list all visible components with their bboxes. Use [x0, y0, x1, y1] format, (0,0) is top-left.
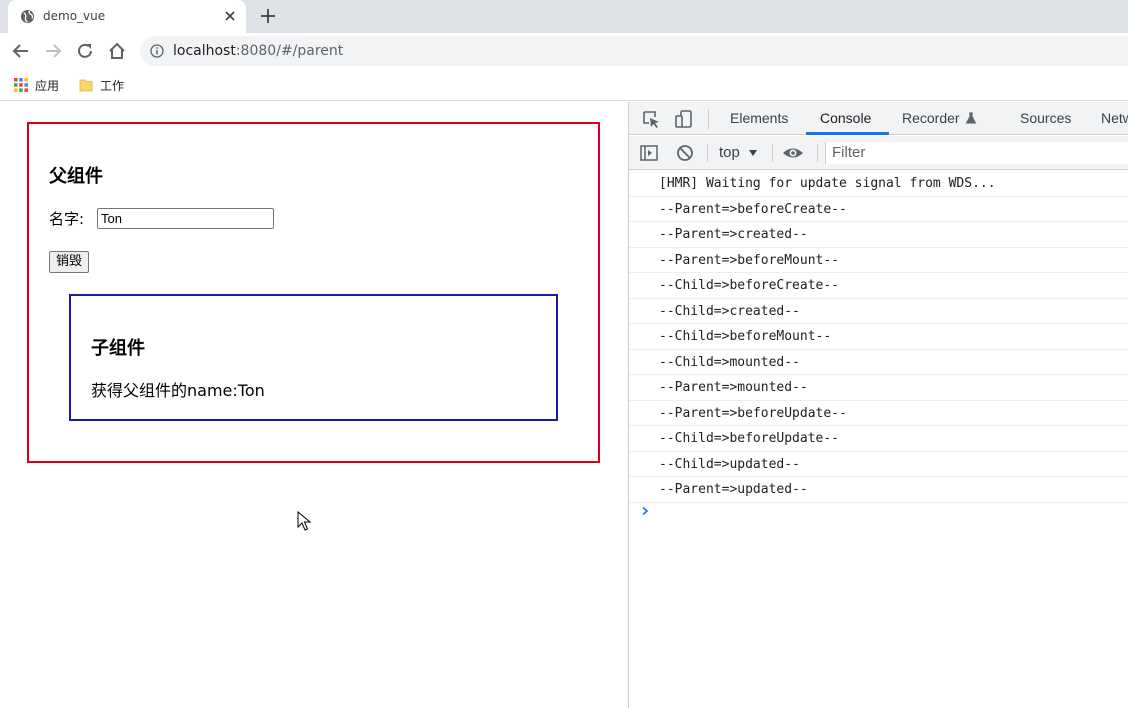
address-bar[interactable]: localhost:8080/#/parent [140, 36, 1128, 66]
new-tab-plus-icon[interactable] [259, 7, 277, 25]
toolbar-separator [707, 144, 708, 162]
mouse-pointer-icon [297, 511, 311, 531]
name-input[interactable] [97, 208, 274, 229]
reload-icon[interactable] [75, 41, 95, 61]
url-path: :8080/#/parent [235, 43, 344, 59]
device-toolbar-icon[interactable] [674, 109, 694, 129]
child-component: 子组件 获得父组件的name:Ton [69, 294, 558, 421]
browser-toolbar: localhost:8080/#/parent [0, 33, 1128, 69]
destroy-button[interactable]: 销毁 [49, 251, 90, 273]
devtools-panel: Elements Console Recorder Sources Netw t… [628, 102, 1128, 708]
name-label: 名字: [49, 210, 85, 228]
toolbar-separator [817, 144, 818, 162]
folder-icon [79, 79, 93, 92]
console-message: [HMR] Waiting for update signal from WDS… [629, 171, 1128, 197]
clear-console-icon[interactable] [676, 144, 694, 162]
forward-arrow-icon[interactable] [43, 41, 63, 61]
filter-input[interactable]: Filter [825, 142, 1128, 164]
console-message: --Child=>beforeCreate-- [629, 273, 1128, 299]
parent-title: 父组件 [49, 166, 103, 187]
home-icon[interactable] [107, 41, 127, 61]
tab-title: demo_vue [43, 9, 106, 23]
console-prompt-chevron-icon[interactable] [640, 506, 650, 516]
tab-elements[interactable]: Elements [730, 102, 788, 135]
console-message: --Parent=>beforeUpdate-- [629, 401, 1128, 426]
apps-grid-icon [14, 78, 28, 92]
eye-icon[interactable] [782, 144, 804, 162]
tab-sources[interactable]: Sources [1020, 102, 1071, 135]
tab-recorder[interactable]: Recorder [902, 102, 977, 135]
info-icon[interactable] [150, 44, 164, 58]
console-toolbar: top Filter [629, 136, 1128, 170]
tab-recorder-label: Recorder [902, 110, 960, 126]
console-message: --Parent=>updated-- [629, 477, 1128, 503]
bookmark-apps[interactable]: 应用 [13, 76, 59, 94]
bookmarks-bar: 应用 工作 [0, 69, 1128, 101]
chevron-down-icon[interactable] [749, 150, 757, 156]
toolbar-separator [708, 109, 709, 129]
sidebar-toggle-icon[interactable] [640, 144, 658, 162]
context-selector[interactable]: top [719, 144, 740, 161]
tab-console[interactable]: Console [820, 102, 871, 135]
child-name-text: 获得父组件的name:Ton [91, 381, 265, 400]
console-message: --Child=>beforeMount-- [629, 324, 1128, 350]
browser-tab[interactable]: demo_vue [8, 0, 246, 33]
close-icon[interactable] [222, 8, 238, 24]
experiment-flask-icon [965, 112, 976, 124]
child-title: 子组件 [91, 338, 145, 359]
console-message: --Parent=>beforeCreate-- [629, 197, 1128, 222]
console-message: --Parent=>mounted-- [629, 375, 1128, 401]
active-tab-indicator [806, 132, 889, 135]
console-message: --Child=>beforeUpdate-- [629, 426, 1128, 452]
inspect-element-icon[interactable] [641, 109, 661, 129]
back-arrow-icon[interactable] [11, 41, 31, 61]
console-message: --Parent=>beforeMount-- [629, 248, 1128, 273]
console-message: --Child=>updated-- [629, 452, 1128, 477]
parent-component: 父组件 名字: 销毁 子组件 获得父组件的name:Ton [27, 122, 600, 463]
toolbar-separator [772, 144, 773, 162]
page-viewport: 父组件 名字: 销毁 子组件 获得父组件的name:Ton [0, 102, 628, 708]
devtools-tabbar: Elements Console Recorder Sources Netw [629, 102, 1128, 135]
bookmark-label: 应用 [35, 78, 60, 93]
tab-network[interactable]: Netw [1101, 102, 1128, 135]
console-log-list: [HMR] Waiting for update signal from WDS… [629, 171, 1128, 503]
console-message: --Parent=>created-- [629, 222, 1128, 248]
bookmark-label: 工作 [100, 78, 125, 93]
bookmark-work-folder[interactable]: 工作 [78, 76, 124, 94]
globe-icon [20, 9, 35, 24]
url-host: localhost [173, 43, 236, 59]
console-message: --Child=>created-- [629, 299, 1128, 324]
console-message: --Child=>mounted-- [629, 350, 1128, 375]
tab-strip: demo_vue [0, 0, 1128, 33]
url-text: localhost:8080/#/parent [173, 43, 343, 59]
